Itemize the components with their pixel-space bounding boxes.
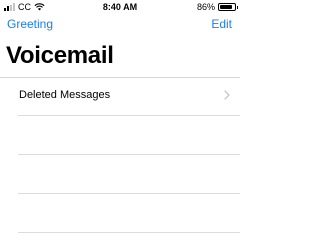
row-divider bbox=[18, 154, 240, 155]
status-bar: CC 8:40 AM 86% bbox=[0, 0, 240, 14]
battery-icon bbox=[218, 3, 238, 11]
page-title: Voicemail bbox=[6, 42, 114, 69]
battery-percent: 86% bbox=[196, 2, 215, 12]
list-item-label: Deleted Messages bbox=[19, 89, 111, 101]
voicemail-screen: CC 8:40 AM 86% Greeting Edit Voicemail D… bbox=[0, 0, 240, 240]
greeting-button[interactable]: Greeting bbox=[7, 17, 53, 31]
list-item-deleted-messages[interactable]: Deleted Messages bbox=[0, 77, 240, 115]
battery-fill bbox=[220, 5, 232, 9]
status-right: 86% bbox=[196, 2, 238, 12]
row-divider bbox=[18, 232, 240, 233]
row-divider bbox=[18, 115, 240, 116]
chevron-right-icon bbox=[224, 90, 230, 100]
row-divider bbox=[18, 193, 240, 194]
edit-button[interactable]: Edit bbox=[211, 17, 232, 31]
